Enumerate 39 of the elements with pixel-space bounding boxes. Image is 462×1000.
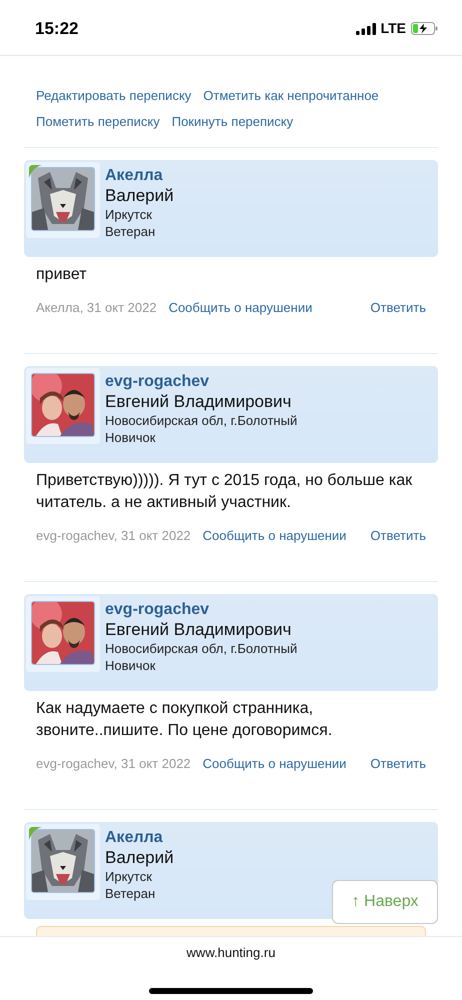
signal-icon <box>356 22 376 34</box>
rank-text: Новичок <box>105 657 156 674</box>
action-link[interactable]: Отметить как непрочитанное <box>203 83 379 109</box>
author-date: evg-rogachev, 31 окт 2022 <box>36 527 191 546</box>
author-date: evg-rogachev, 31 окт 2022 <box>36 755 191 774</box>
report-link[interactable]: Сообщить о нарушении <box>202 526 346 546</box>
message-text: Приветствую))))). Я тут с 2015 года, но больше как читатель. а не активный участник. <box>35 471 414 513</box>
battery-charging-icon <box>411 22 438 35</box>
action-link[interactable]: Пометить переписку <box>36 109 160 135</box>
address-text[interactable]: www.hunting.ru <box>186 943 276 962</box>
username-link[interactable]: evg-rogachev <box>105 372 298 392</box>
action-link[interactable]: Покинуть переписку <box>172 109 294 135</box>
clock-time: 15:22 <box>35 18 78 40</box>
author-date: Акелла, 31 окт 2022 <box>36 299 157 318</box>
reply-link[interactable]: Ответить <box>370 298 426 318</box>
reply-link[interactable]: Ответить <box>370 754 426 774</box>
full-name: Евгений Владимирович <box>105 620 292 640</box>
rank-text: Ветеран <box>105 223 156 240</box>
report-link[interactable]: Сообщить о нарушении <box>202 754 346 774</box>
location-text: Новосибирская обл, г.Болотный <box>105 640 298 657</box>
action-link[interactable]: Редактировать переписку <box>36 83 192 109</box>
full-name: Евгений Владимирович <box>105 392 292 412</box>
username-link[interactable]: evg-rogachev <box>105 600 298 620</box>
rank-text: Новичок <box>105 429 156 446</box>
location-text: Иркутск <box>105 868 153 885</box>
scroll-top-button[interactable]: ↑ Наверх <box>332 880 438 924</box>
rank-text: Ветеран <box>105 885 156 902</box>
network-label: LTE <box>380 19 406 38</box>
home-indicator[interactable] <box>149 988 313 994</box>
username-link[interactable]: Акелла <box>105 828 174 848</box>
username-link[interactable]: Акелла <box>105 166 174 186</box>
message-text: Как надумаете с покупкой странника, звоните..пишите. По цене договоримся. <box>35 699 334 741</box>
full-name: Валерий <box>105 186 174 206</box>
full-name: Валерий <box>105 848 174 868</box>
location-text: Иркутск <box>105 206 153 223</box>
message-text: привет <box>35 265 88 285</box>
reply-link[interactable]: Ответить <box>370 526 426 546</box>
location-text: Новосибирская обл, г.Болотный <box>105 412 298 429</box>
report-link[interactable]: Сообщить о нарушении <box>168 298 312 318</box>
